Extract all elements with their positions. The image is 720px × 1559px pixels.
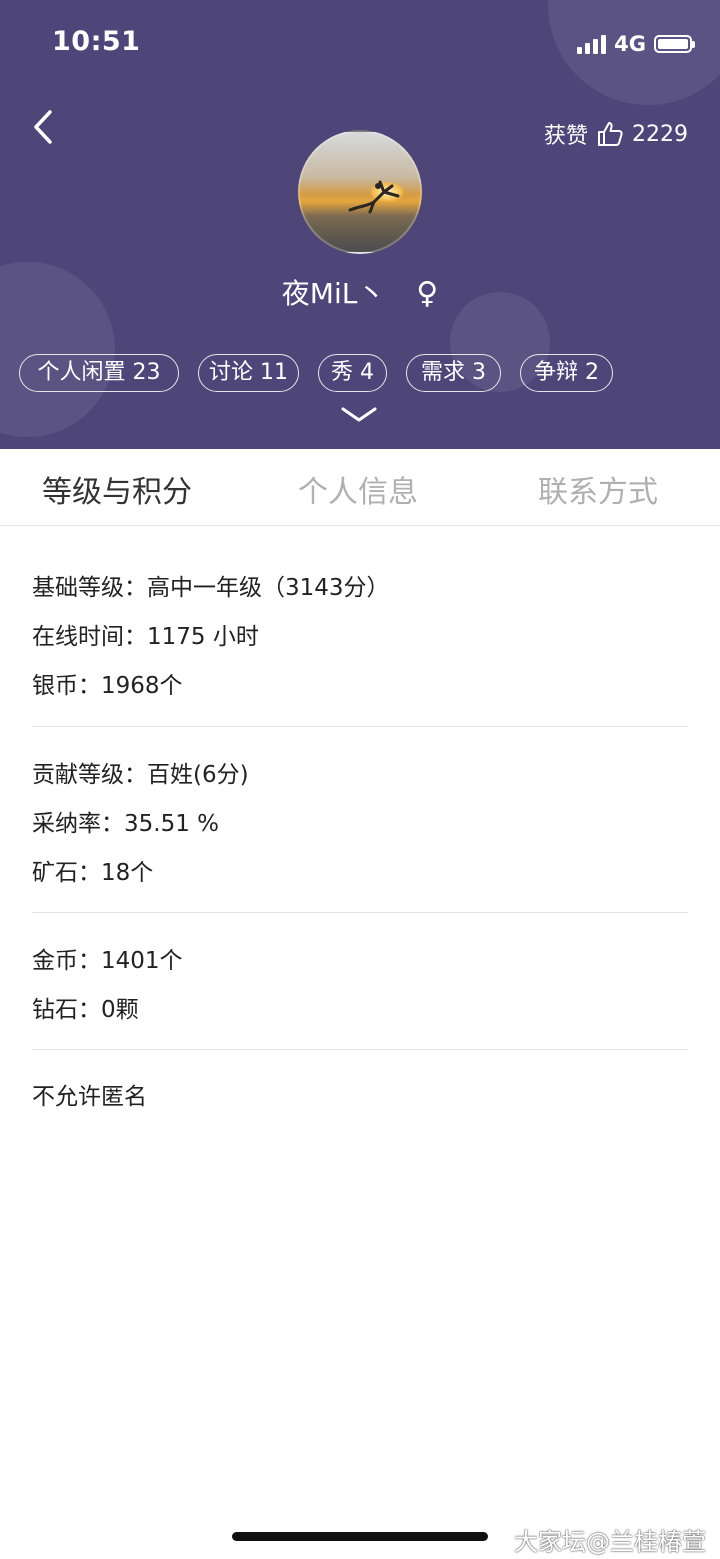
ore-count: 矿石：18个 bbox=[32, 860, 154, 886]
post-category-pills: 个人闲置 23 讨论 11 秀 4 需求 3 争辩 2 bbox=[0, 354, 720, 392]
status-icons: 4G bbox=[577, 30, 695, 58]
profile-header: 10:51 4G 获赞 2229 夜MiL丶 ♀ 个人闲置 23 讨论 11 秀… bbox=[0, 0, 720, 449]
online-time: 在线时间：1175 小时 bbox=[32, 624, 259, 650]
contribution-level: 贡献等级：百姓(6分) bbox=[32, 762, 249, 788]
likes-summary: 获赞 2229 bbox=[544, 118, 688, 150]
divider bbox=[32, 1049, 688, 1050]
adoption-rate: 采纳率：35.51 % bbox=[32, 811, 220, 837]
tab-level-points[interactable]: 等级与积分 bbox=[42, 467, 192, 511]
signal-icon bbox=[577, 34, 607, 54]
silver-coins: 银币：1968个 bbox=[32, 673, 183, 699]
likes-label: 获赞 bbox=[543, 124, 588, 149]
pill-debate[interactable]: 争辩 2 bbox=[520, 354, 613, 392]
likes-count: 2229 bbox=[632, 121, 688, 147]
network-type: 4G bbox=[614, 32, 646, 56]
tab-personal-info[interactable]: 个人信息 bbox=[298, 467, 418, 511]
thumbs-up-icon bbox=[598, 122, 623, 146]
tab-contact[interactable]: 联系方式 bbox=[538, 467, 658, 511]
pill-discussion[interactable]: 讨论 11 bbox=[198, 354, 299, 392]
pill-demand[interactable]: 需求 3 bbox=[406, 354, 501, 392]
username-row: 夜MiL丶 ♀ bbox=[0, 272, 720, 312]
basic-level: 基础等级：高中一年级（3143分） bbox=[32, 575, 390, 601]
chevron-left-icon bbox=[34, 110, 52, 144]
gender-female-icon: ♀ bbox=[416, 276, 439, 311]
anonymous-setting: 不允许匿名 bbox=[32, 1084, 147, 1110]
back-button[interactable] bbox=[28, 106, 64, 148]
pill-idle-items[interactable]: 个人闲置 23 bbox=[19, 354, 179, 392]
divider bbox=[32, 912, 688, 913]
status-time: 10:51 bbox=[52, 26, 141, 57]
username: 夜MiL丶 bbox=[281, 277, 386, 310]
home-indicator[interactable] bbox=[232, 1532, 488, 1541]
profile-tabs: 等级与积分 个人信息 联系方式 bbox=[0, 449, 720, 526]
pill-show[interactable]: 秀 4 bbox=[318, 354, 387, 392]
avatar-dancer-figure bbox=[348, 180, 400, 214]
chevron-down-icon[interactable] bbox=[340, 405, 378, 425]
battery-icon bbox=[654, 35, 695, 53]
diamond-count: 钻石：0颗 bbox=[32, 997, 139, 1023]
gold-coins: 金币：1401个 bbox=[32, 948, 183, 974]
divider bbox=[32, 726, 688, 727]
avatar[interactable] bbox=[298, 130, 422, 254]
watermark: 大家坛@兰桂椿萱 bbox=[514, 1528, 706, 1556]
